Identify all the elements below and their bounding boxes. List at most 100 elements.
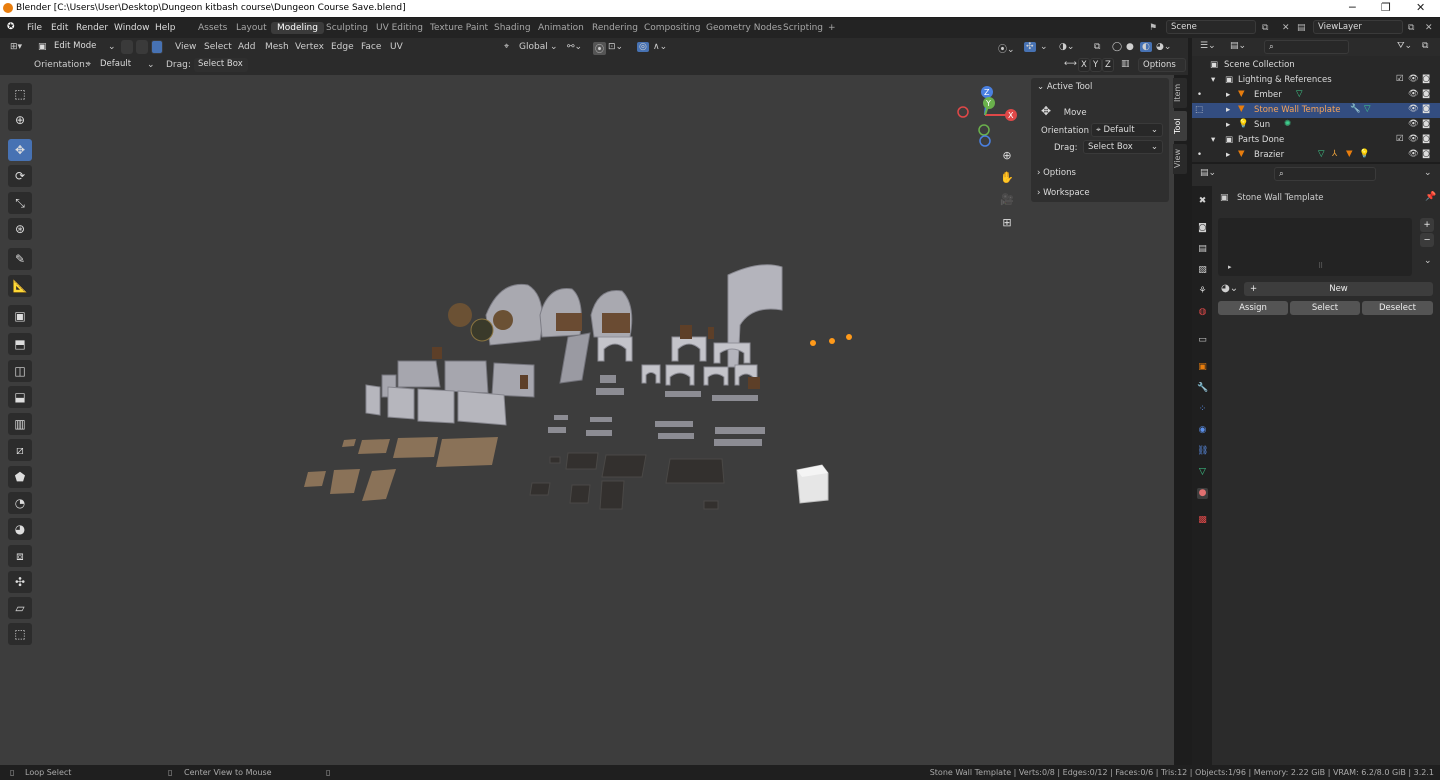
checkbox-icon[interactable]: ☑ [1396, 134, 1404, 144]
properties-search-input[interactable]: ⌕ [1274, 167, 1376, 181]
render-tab-icon[interactable]: ◙ [1197, 223, 1208, 234]
add-workspace-button[interactable]: + [822, 22, 842, 34]
pin-icon[interactable]: 📌 [1425, 192, 1436, 202]
menu-file[interactable]: File [27, 23, 42, 33]
eye-icon[interactable]: 👁 [1408, 89, 1419, 99]
menu-edit[interactable]: Edit [51, 23, 68, 33]
tab-view[interactable]: View [1173, 144, 1187, 174]
menu-view[interactable]: View [175, 42, 196, 52]
bevel-tool-icon[interactable]: ⬓ [8, 386, 32, 408]
solid-shading-icon[interactable]: ● [1126, 42, 1134, 52]
new-viewlayer-icon[interactable]: ⧉ [1408, 23, 1414, 33]
new-scene-icon[interactable]: ⧉ [1262, 23, 1268, 33]
expand-arrow-icon[interactable]: ▸ [1226, 105, 1230, 115]
spin-tool-icon[interactable]: ◔ [8, 492, 32, 514]
eye-icon[interactable]: 👁 [1408, 104, 1419, 114]
proportional-falloff-icon[interactable]: ∧⌄ [653, 42, 667, 52]
move-tool-icon[interactable]: ✥ [8, 139, 32, 161]
zoom-icon[interactable]: ⊕ [997, 145, 1017, 165]
transform-orientation-select[interactable]: Global [519, 42, 548, 52]
scale-tool-icon[interactable]: ⤡ [8, 192, 32, 214]
scene-selector[interactable]: Scene [1166, 20, 1256, 34]
chevron-down-icon[interactable]: ⌄ [1424, 168, 1432, 178]
outliner-row-ember[interactable]: • ▸ ▼ Ember ▽ 👁 ◙ [1192, 88, 1440, 103]
maximize-button[interactable]: ❐ [1381, 1, 1391, 14]
tab-geometry-nodes[interactable]: Geometry Nodes [700, 22, 788, 34]
modifier-tab-icon[interactable]: 🔧 [1197, 383, 1208, 394]
visibility-selectability-icon[interactable]: ⦿⌄ [998, 42, 1015, 55]
select-box-tool-icon[interactable]: ⬚ [8, 83, 32, 105]
viewlayer-selector[interactable]: ViewLayer [1313, 20, 1403, 34]
gizmo-toggle-icon[interactable]: ✣ [1024, 42, 1036, 52]
outliner-row-lighting-references[interactable]: ▾ ▣ Lighting & References ☑ 👁 ◙ [1192, 73, 1440, 88]
mesh-options-icon[interactable]: ▥ [1121, 59, 1130, 69]
tab-item[interactable]: Item [1173, 78, 1187, 108]
menu-add[interactable]: Add [238, 42, 255, 52]
gizmo-dropdown-icon[interactable]: ⌄ [1040, 42, 1048, 52]
menu-edge[interactable]: Edge [331, 42, 354, 52]
camera-icon[interactable]: ◙ [1422, 89, 1430, 99]
eye-icon[interactable]: 👁 [1408, 74, 1419, 84]
outliner-editor-icon[interactable]: ☰⌄ [1200, 41, 1216, 51]
expand-arrow-icon[interactable]: ▸ [1226, 90, 1230, 100]
resize-handle-icon[interactable]: ⠿ [1318, 262, 1323, 270]
knife-tool-icon[interactable]: ⧄ [8, 439, 32, 461]
tool-orientation-select[interactable]: ⌖ Default ⌄ [1091, 123, 1163, 137]
outliner-row-scene-collection[interactable]: ▣ Scene Collection [1192, 58, 1440, 73]
loop-cut-tool-icon[interactable]: ▥ [8, 413, 32, 435]
data-tab-icon[interactable]: ▽ [1197, 467, 1208, 478]
smooth-tool-icon[interactable]: ◕ [8, 518, 32, 540]
navigation-gizmo[interactable]: Z Y X [953, 83, 1023, 153]
blender-menu-icon[interactable]: ✪ [7, 22, 15, 32]
tab-uv-editing[interactable]: UV Editing [370, 22, 429, 34]
outliner-row-sun[interactable]: ▸ 💡 Sun ✺ 👁 ◙ [1192, 118, 1440, 133]
display-mode-icon[interactable]: ▤⌄ [1230, 41, 1246, 51]
rotate-tool-icon[interactable]: ⟳ [8, 165, 32, 187]
select-button[interactable]: Select [1290, 301, 1360, 315]
camera-icon[interactable]: ◙ [1422, 134, 1430, 144]
overlay-toggle-icon[interactable]: ◑⌄ [1059, 42, 1074, 52]
camera-icon[interactable]: ◙ [1422, 149, 1430, 159]
menu-mesh[interactable]: Mesh [265, 42, 289, 52]
3d-viewport[interactable]: ⬚ ⊕ ✥ ⟳ ⤡ ⊛ ✎ 📐 ▣ ⬒ ◫ ⬓ ▥ ⧄ ⬟ ◔ ◕ ⧈ ✣ ▱ … [0, 75, 1174, 765]
vertex-select-mode-icon[interactable] [121, 40, 133, 54]
mirror-z-toggle[interactable]: Z [1102, 58, 1114, 72]
material-slots-list[interactable]: ▸ ⠿ [1218, 218, 1412, 276]
material-tab-icon[interactable]: ● [1197, 488, 1208, 499]
checkbox-icon[interactable]: ☑ [1396, 74, 1404, 84]
wireframe-shading-icon[interactable]: ◯ [1112, 42, 1122, 52]
properties-editor-icon[interactable]: ▤⌄ [1200, 168, 1216, 178]
shrink-fatten-tool-icon[interactable]: ✣ [8, 571, 32, 593]
camera-icon[interactable]: ◙ [1422, 119, 1430, 129]
transform-tool-icon[interactable]: ⊛ [8, 218, 32, 240]
tab-texture-paint[interactable]: Texture Paint [424, 22, 494, 34]
mirror-y-toggle[interactable]: Y [1090, 58, 1102, 72]
add-cube-tool-icon[interactable]: ▣ [8, 305, 32, 327]
collection-tab-icon[interactable]: ▭ [1197, 335, 1208, 346]
tab-compositing[interactable]: Compositing [638, 22, 706, 34]
expand-arrow-icon[interactable]: ▾ [1211, 135, 1215, 145]
edge-select-mode-icon[interactable] [136, 40, 148, 54]
camera-icon[interactable]: ◙ [1422, 74, 1430, 84]
proportional-edit-icon[interactable]: ◎ [637, 42, 649, 52]
annotate-tool-icon[interactable]: ✎ [8, 248, 32, 270]
outliner-row-brazier[interactable]: • ▸ ▼ Brazier ▽ ⅄ ▼ 💡 👁 ◙ [1192, 148, 1440, 163]
outliner-row-parts-done[interactable]: ▾ ▣ Parts Done ☑ 👁 ◙ [1192, 133, 1440, 148]
remove-scene-icon[interactable]: ✕ [1282, 23, 1290, 33]
world-tab-icon[interactable]: ◍ [1197, 307, 1208, 318]
tab-assets[interactable]: Assets [192, 22, 233, 34]
new-collection-icon[interactable]: ⧉ [1422, 41, 1428, 51]
filter-icon[interactable]: ⛛⌄ [1397, 41, 1412, 51]
expand-arrow-icon[interactable]: ▸ [1228, 263, 1232, 271]
tab-layout[interactable]: Layout [230, 22, 273, 34]
tab-rendering[interactable]: Rendering [586, 22, 644, 34]
workspace-section-header[interactable]: › Workspace [1037, 188, 1175, 198]
inset-tool-icon[interactable]: ◫ [8, 360, 32, 382]
new-material-button[interactable]: + New [1244, 282, 1433, 296]
extrude-tool-icon[interactable]: ⬒ [8, 333, 32, 355]
active-tool-header[interactable]: ⌄ Active Tool [1037, 82, 1175, 92]
menu-window[interactable]: Window [114, 23, 150, 33]
minimize-button[interactable]: ─ [1349, 1, 1356, 14]
rendered-shading-icon[interactable]: ◕⌄ [1156, 42, 1171, 52]
rip-tool-icon[interactable]: ⬚ [8, 623, 32, 645]
